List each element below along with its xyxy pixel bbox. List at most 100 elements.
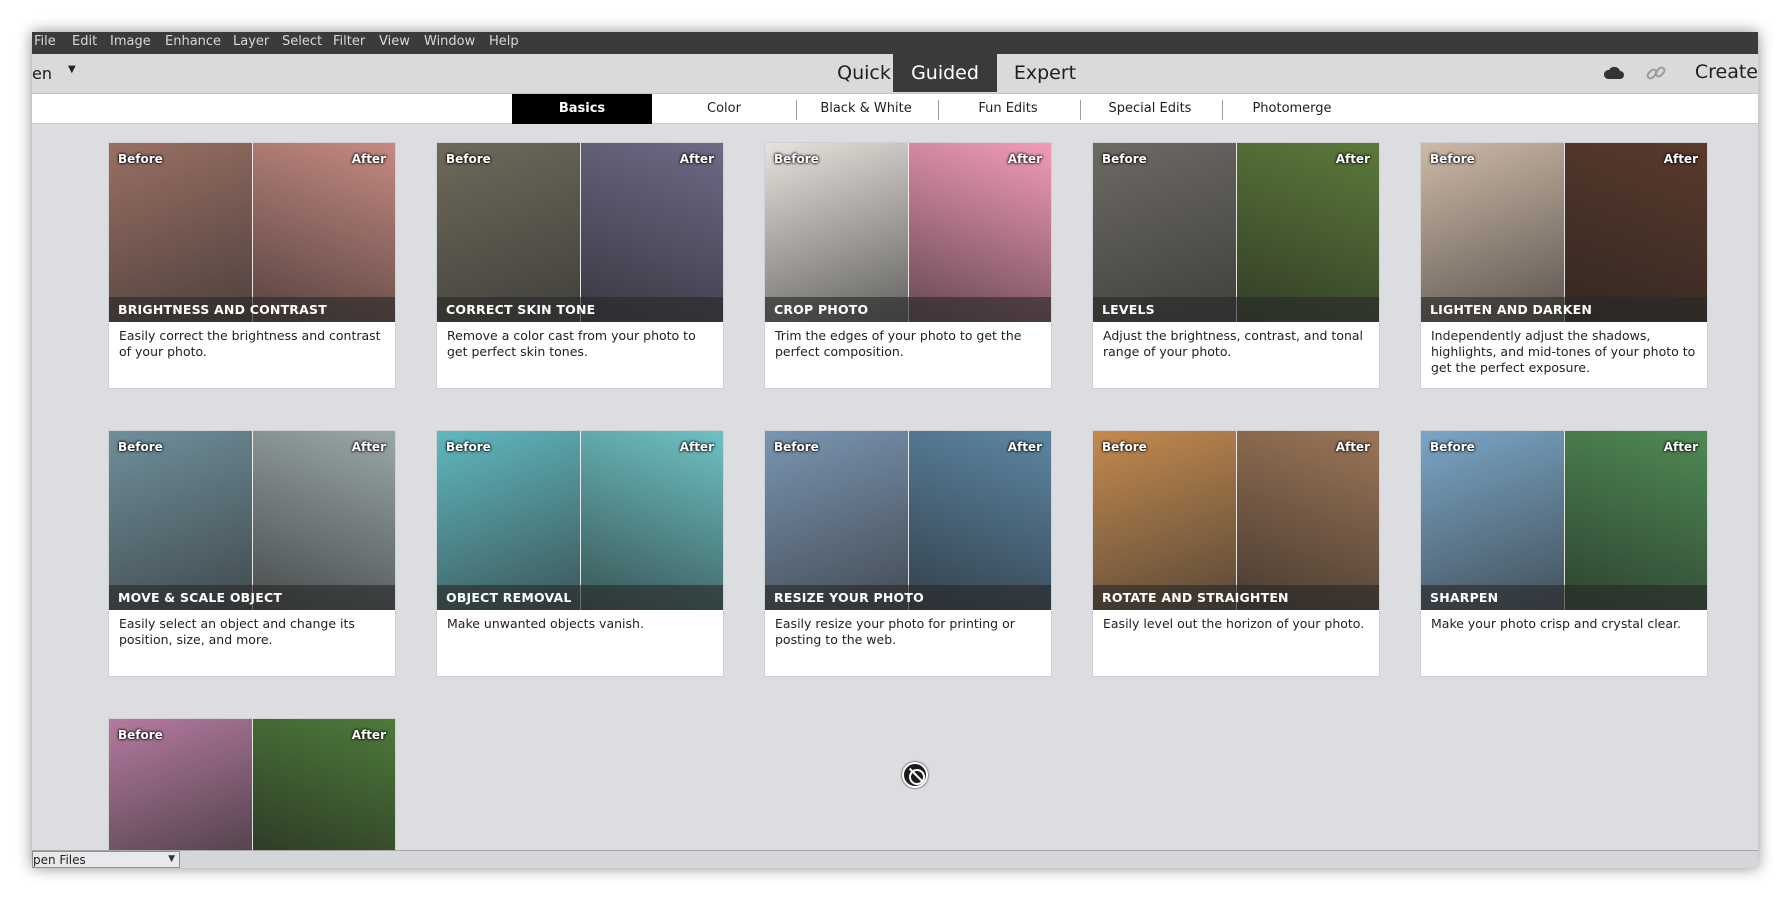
menu-enhance[interactable]: Enhance <box>165 34 221 49</box>
card-title-bar: SHARPEN <box>1421 585 1707 610</box>
open-button[interactable]: en <box>32 64 52 83</box>
menu-filter[interactable]: Filter <box>333 34 365 49</box>
create-button[interactable]: Create <box>1695 61 1758 83</box>
after-label: After <box>351 152 386 166</box>
guided-edit-card[interactable]: Before After RESIZE YOUR PHOTO Easily resiz… <box>764 430 1052 677</box>
before-label: Before <box>1102 440 1147 454</box>
menu-file[interactable]: File <box>34 34 56 49</box>
card-title: CORRECT SKIN TONE <box>446 302 596 317</box>
before-image <box>437 431 580 610</box>
cloud-icon[interactable] <box>1602 62 1626 84</box>
category-tab-special-edits[interactable]: Special Edits <box>1080 94 1220 124</box>
menu-window[interactable]: Window <box>424 34 475 49</box>
card-title-bar: LEVELS <box>1093 297 1379 322</box>
menu-edit[interactable]: Edit <box>72 34 97 49</box>
before-after-divider <box>252 143 253 322</box>
card-title-bar: BRIGHTNESS AND CONTRAST <box>109 297 395 322</box>
menu-image[interactable]: Image <box>110 34 151 49</box>
card-title-bar: ROTATE AND STRAIGHTEN <box>1093 585 1379 610</box>
after-image <box>1564 143 1707 322</box>
guided-edit-card[interactable]: Before After BRIGHTNESS AND CONTRAST Easily… <box>108 142 396 389</box>
menu-select[interactable]: Select <box>282 34 322 49</box>
after-label: After <box>1007 152 1042 166</box>
before-after-thumbnail: Before After CROP PHOTO <box>765 143 1051 322</box>
after-label: After <box>1663 152 1698 166</box>
before-image <box>1093 143 1236 322</box>
guided-edit-card[interactable]: Before After <box>108 718 396 851</box>
card-description: Easily level out the horizon of your pho… <box>1103 616 1365 631</box>
after-image <box>908 431 1051 610</box>
card-description: Make your photo crisp and crystal clear. <box>1431 616 1681 631</box>
before-image <box>1421 143 1564 322</box>
before-image <box>109 431 252 610</box>
after-image <box>1564 431 1707 610</box>
before-after-thumbnail: Before After OBJECT REMOVAL <box>437 431 723 610</box>
mode-tab-guided[interactable]: Guided <box>893 54 997 92</box>
category-tab-color[interactable]: Color <box>654 94 794 124</box>
category-tab-basics[interactable]: Basics <box>512 94 652 124</box>
before-label: Before <box>774 152 819 166</box>
after-label: After <box>679 152 714 166</box>
before-label: Before <box>118 152 163 166</box>
before-label: Before <box>446 440 491 454</box>
before-label: Before <box>1102 152 1147 166</box>
guided-edit-card[interactable]: Before After OBJECT REMOVAL Make unwanted o… <box>436 430 724 677</box>
menu-layer[interactable]: Layer <box>233 34 269 49</box>
after-image <box>1236 431 1379 610</box>
after-image <box>252 143 395 322</box>
app-window: File Edit Image Enhance Layer Select Fil… <box>32 32 1758 868</box>
card-description: Easily correct the brightness and contra… <box>119 328 381 359</box>
guided-edit-card[interactable]: Before After LEVELS Adjust the brightness, … <box>1092 142 1380 389</box>
card-title: MOVE & SCALE OBJECT <box>118 590 283 605</box>
after-label: After <box>1007 440 1042 454</box>
before-after-thumbnail: Before After ROTATE AND STRAIGHTEN <box>1093 431 1379 610</box>
card-title-bar: OBJECT REMOVAL <box>437 585 723 610</box>
menu-help[interactable]: Help <box>489 34 519 49</box>
card-description: Easily select an object and change its p… <box>119 616 355 647</box>
open-dropdown-caret-icon[interactable]: ▼ <box>68 64 76 75</box>
category-bar: Basics Color Black & White Fun Edits Spe… <box>32 94 1758 124</box>
before-after-divider <box>252 431 253 610</box>
before-label: Before <box>118 440 163 454</box>
before-label: Before <box>446 152 491 166</box>
guided-edit-card[interactable]: Before After ROTATE AND STRAIGHTEN Easily l… <box>1092 430 1380 677</box>
mode-tab-expert[interactable]: Expert <box>997 54 1093 92</box>
chevron-down-icon: ▼ <box>168 854 175 864</box>
card-title-bar: MOVE & SCALE OBJECT <box>109 585 395 610</box>
before-image <box>1421 431 1564 610</box>
menu-view[interactable]: View <box>379 34 410 49</box>
before-image <box>1093 431 1236 610</box>
after-image <box>1236 143 1379 322</box>
card-description: Independently adjust the shadows, highli… <box>1431 328 1696 375</box>
guided-edit-card[interactable]: Before After SHARPEN Make your photo crisp … <box>1420 430 1708 677</box>
after-label: After <box>1335 440 1370 454</box>
card-title: RESIZE YOUR PHOTO <box>774 590 924 605</box>
after-label: After <box>1335 152 1370 166</box>
card-title-bar: RESIZE YOUR PHOTO <box>765 585 1051 610</box>
before-after-thumbnail: Before After MOVE & SCALE OBJECT <box>109 431 395 610</box>
before-image <box>437 143 580 322</box>
guided-edit-card[interactable]: Before After CROP PHOTO Trim the edges of y… <box>764 142 1052 389</box>
category-tab-fun-edits[interactable]: Fun Edits <box>938 94 1078 124</box>
guided-edit-card[interactable]: Before After CORRECT SKIN TONE Remove a col… <box>436 142 724 389</box>
category-tab-photomerge[interactable]: Photomerge <box>1222 94 1362 124</box>
card-description: Trim the edges of your photo to get the … <box>775 328 1022 359</box>
card-title: LIGHTEN AND DARKEN <box>1430 302 1593 317</box>
before-after-thumbnail: Before After <box>109 719 395 850</box>
before-after-divider <box>1236 143 1237 322</box>
guided-edit-card[interactable]: Before After LIGHTEN AND DARKEN Independent… <box>1420 142 1708 389</box>
category-tab-black-white[interactable]: Black & White <box>796 94 936 124</box>
card-title: LEVELS <box>1102 302 1155 317</box>
open-files-dropdown[interactable]: pen Files ▼ <box>32 851 180 868</box>
before-after-divider <box>1564 431 1565 610</box>
card-title: CROP PHOTO <box>774 302 869 317</box>
before-image <box>765 143 908 322</box>
before-after-thumbnail: Before After CORRECT SKIN TONE <box>437 143 723 322</box>
before-after-divider <box>252 719 253 850</box>
card-description: Adjust the brightness, contrast, and ton… <box>1103 328 1364 359</box>
busy-cursor-icon <box>902 762 928 788</box>
guided-edit-card[interactable]: Before After MOVE & SCALE OBJECT Easily sel… <box>108 430 396 677</box>
after-label: After <box>1663 440 1698 454</box>
before-image <box>109 143 252 322</box>
link-icon[interactable] <box>1644 62 1668 84</box>
